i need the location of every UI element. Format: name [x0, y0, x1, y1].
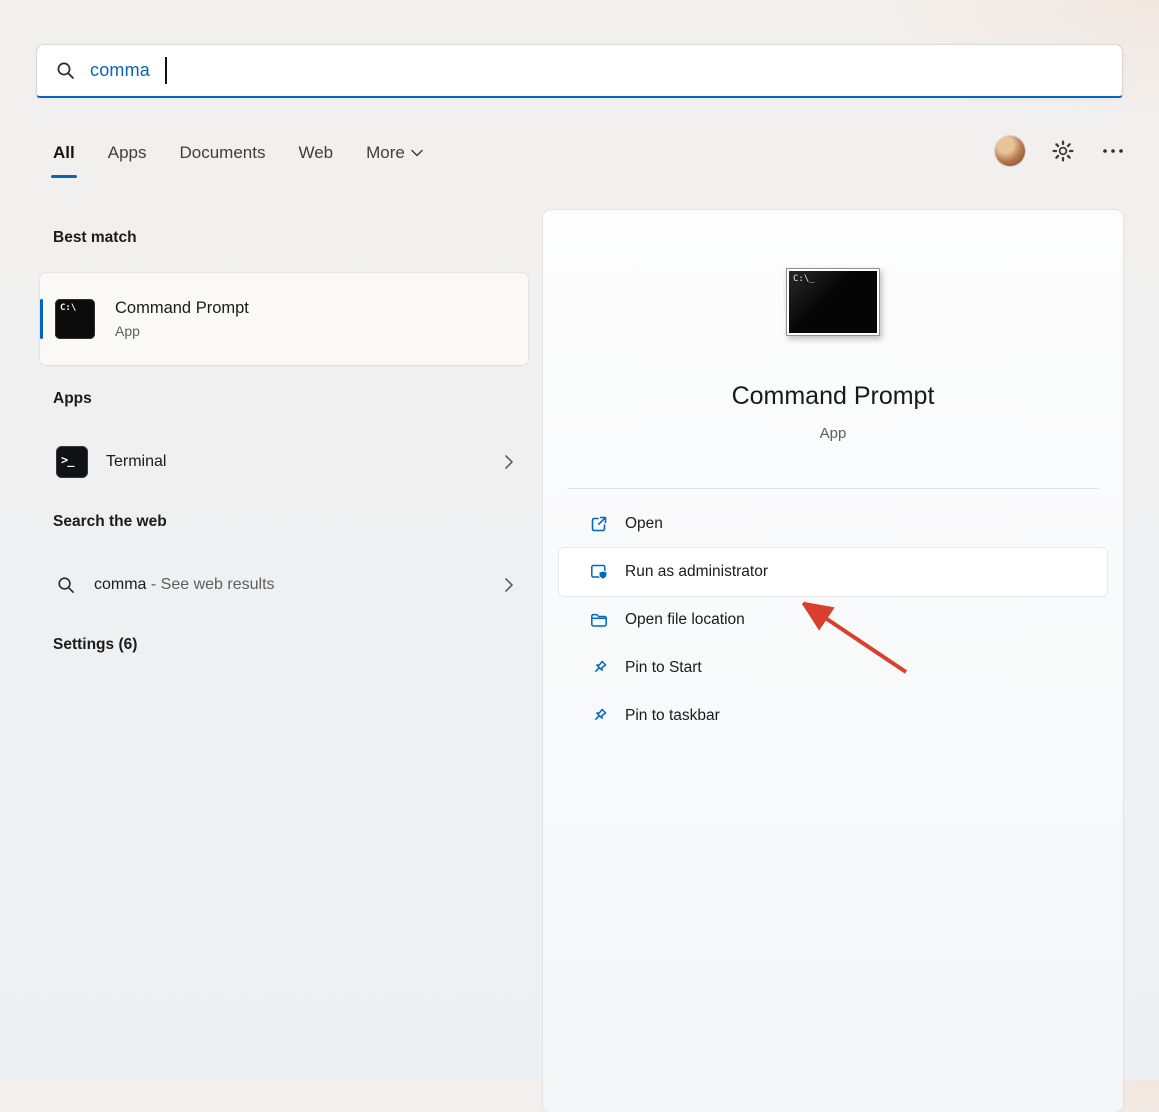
result-title: Command Prompt — [115, 299, 249, 317]
tab-documents[interactable]: Documents — [179, 143, 265, 165]
chevron-right-icon — [504, 577, 514, 593]
header-right-controls — [995, 136, 1125, 166]
action-label: Pin to taskbar — [625, 707, 720, 724]
apps-heading: Apps — [53, 390, 92, 407]
web-query-label: comma - See web results — [94, 576, 275, 593]
best-match-heading: Best match — [53, 229, 137, 246]
action-open-file-location[interactable]: Open file location — [559, 596, 1107, 644]
result-terminal[interactable]: >_ Terminal — [40, 435, 528, 489]
best-match-result-command-prompt[interactable]: C:\ Command Prompt App — [40, 273, 528, 365]
preview-title: Command Prompt — [731, 382, 935, 410]
chevron-right-icon — [504, 454, 514, 470]
action-label: Pin to Start — [625, 659, 702, 676]
action-list: Open Run as administrator Open file loca… — [559, 500, 1107, 740]
search-input[interactable]: comma — [36, 44, 1123, 98]
action-open[interactable]: Open — [559, 500, 1107, 548]
command-prompt-large-icon: C:\_ — [786, 268, 880, 336]
open-external-icon — [589, 514, 609, 534]
result-subtitle: App — [115, 323, 140, 339]
search-query-text: comma — [90, 60, 151, 80]
folder-icon — [589, 610, 609, 630]
more-options-icon[interactable] — [1101, 144, 1125, 158]
chevron-down-icon — [411, 149, 423, 157]
divider — [567, 488, 1099, 489]
windows-search-flyout: { "colors": { "accent": "#0067c0", "arro… — [0, 0, 1159, 1112]
action-label: Open — [625, 515, 663, 532]
pin-icon — [589, 658, 609, 678]
search-icon — [56, 575, 76, 595]
admin-shield-icon — [589, 562, 609, 582]
tab-more[interactable]: More — [366, 143, 423, 165]
action-label: Run as administrator — [625, 563, 769, 580]
settings-heading: Settings (6) — [53, 636, 138, 653]
command-prompt-icon: C:\ — [55, 299, 95, 339]
preview-panel: C:\_ Command Prompt App Open Run as admi… — [543, 210, 1123, 1112]
action-pin-to-taskbar[interactable]: Pin to taskbar — [559, 692, 1107, 740]
terminal-icon: >_ — [56, 446, 88, 478]
search-the-web-heading: Search the web — [53, 513, 167, 530]
text-caret — [165, 57, 167, 84]
action-run-as-administrator[interactable]: Run as administrator — [559, 548, 1107, 596]
tab-web[interactable]: Web — [298, 143, 333, 165]
action-pin-to-start[interactable]: Pin to Start — [559, 644, 1107, 692]
pin-icon — [589, 706, 609, 726]
preview-subtitle: App — [819, 425, 847, 442]
user-avatar[interactable] — [995, 136, 1025, 166]
tab-all[interactable]: All — [51, 143, 77, 178]
web-suffix: - See web results — [146, 576, 275, 593]
search-filter-tabs: All Apps Documents Web More — [51, 143, 423, 178]
selection-indicator — [40, 299, 43, 339]
result-label: Terminal — [106, 453, 167, 470]
action-label: Open file location — [625, 611, 745, 628]
result-web-search[interactable]: comma - See web results — [40, 558, 528, 612]
tab-apps[interactable]: Apps — [108, 143, 147, 165]
settings-gear-icon[interactable] — [1051, 139, 1075, 163]
search-icon — [55, 60, 76, 81]
